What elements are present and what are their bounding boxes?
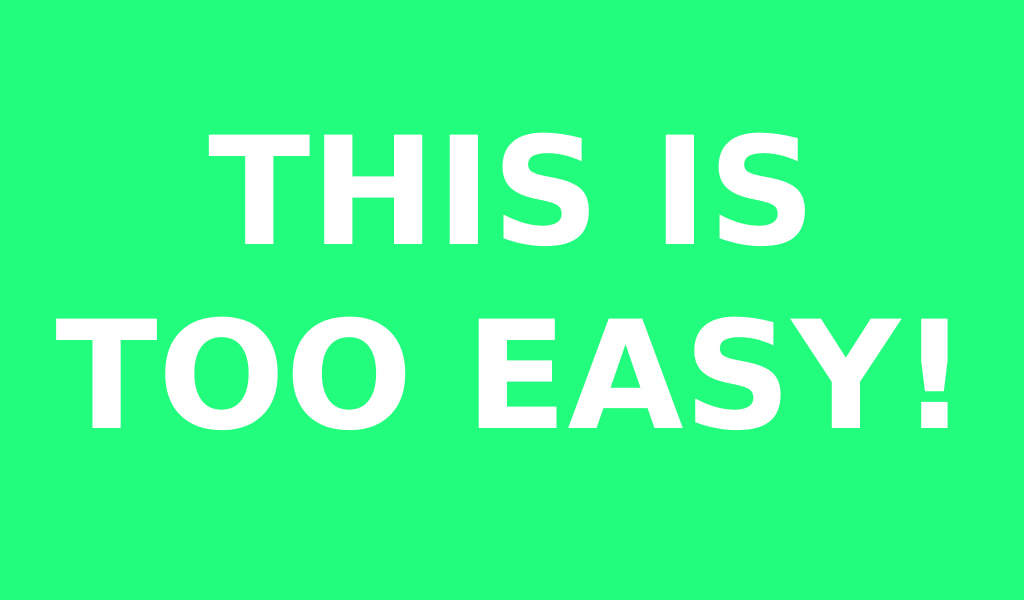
message-line-1: THIS IS bbox=[208, 106, 816, 280]
message-line-2: TOO EASY! bbox=[55, 290, 969, 464]
message-screen: THIS IS TOO EASY! bbox=[0, 0, 1024, 600]
